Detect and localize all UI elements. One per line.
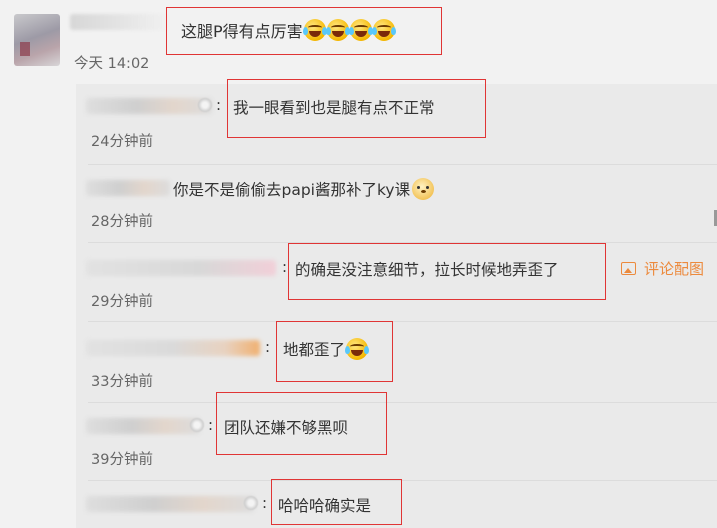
comment-text: 团队还嫌不够黑呗 (224, 419, 349, 437)
comment-colon: : (262, 494, 268, 512)
comment-text: 我一眼看到也是腿有点不正常 (233, 99, 435, 117)
commenter-name-blurred[interactable] (86, 98, 212, 114)
dog-emoji-icon (412, 178, 435, 200)
comment-timestamp: 33分钟前 (91, 374, 153, 390)
laughing-crying-emoji-icon (345, 338, 370, 360)
post-avatar[interactable] (14, 14, 60, 66)
post-text: 这腿P得有点厉害 (181, 22, 303, 41)
comment-picture-link-label: 评论配图 (644, 260, 705, 278)
comment-divider (88, 321, 717, 322)
comment-text: 哈哈哈确实是 (278, 497, 372, 515)
comment-text: 的确是没注意细节，拉长时候地弄歪了 (295, 261, 559, 279)
laughing-crying-emoji-icon (348, 19, 373, 41)
laughing-crying-emoji-icon (325, 19, 350, 41)
post-content: 这腿P得有点厉害 (181, 18, 396, 42)
comment-text: 你是不是偷偷去papi酱那补了ky课 (173, 181, 411, 199)
comment-timestamp: 39分钟前 (91, 452, 153, 468)
commenter-name-blurred[interactable] (86, 496, 254, 512)
comment-picture-link[interactable]: 评论配图 (621, 258, 704, 279)
comment-timestamp: 29分钟前 (91, 294, 153, 310)
commenter-name-blurred[interactable] (86, 340, 260, 356)
user-badge-icon (190, 418, 204, 432)
laughing-crying-emoji-icon (371, 19, 396, 41)
image-icon (621, 262, 636, 275)
comment-colon: : (282, 258, 288, 276)
comment-timestamp: 24分钟前 (91, 134, 153, 150)
commenter-name-blurred[interactable] (86, 260, 276, 276)
comment-content: 你是不是偷偷去papi酱那补了ky课 (173, 178, 435, 200)
post-timestamp: 今天 14:02 (74, 56, 150, 72)
commenter-name-blurred[interactable] (86, 418, 200, 434)
user-badge-icon (244, 496, 258, 510)
post-author-name-blurred[interactable] (70, 14, 170, 30)
comment-colon: : (208, 416, 214, 434)
comment-timestamp: 28分钟前 (91, 214, 153, 230)
commenter-name-blurred[interactable] (86, 180, 170, 196)
user-badge-icon (198, 98, 212, 112)
comment-divider (88, 164, 717, 165)
comment-list: : 我一眼看到也是腿有点不正常 24分钟前 你是不是偷偷去papi酱那补了ky课… (76, 79, 717, 528)
post-body-highlight: 这腿P得有点厉害 (166, 7, 442, 55)
comment-colon: : (216, 96, 222, 114)
comment-content: 地都歪了 (283, 338, 370, 360)
comment-divider (88, 402, 717, 403)
comment-text: 地都歪了 (283, 341, 346, 359)
laughing-crying-emoji-icon (302, 19, 327, 41)
comment-colon: : (265, 338, 271, 356)
comment-divider (88, 480, 717, 481)
